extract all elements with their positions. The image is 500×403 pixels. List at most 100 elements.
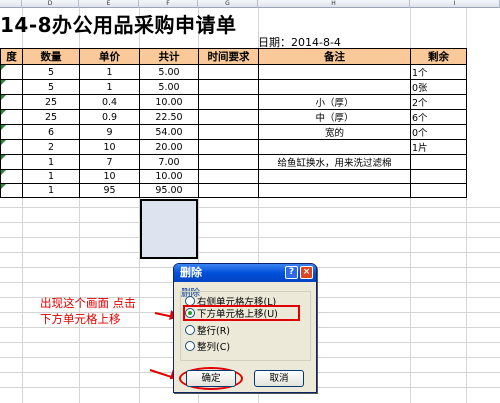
table-cell[interactable]: 5 — [22, 79, 80, 95]
cancel-button[interactable]: 取消 — [254, 370, 304, 387]
table-cell[interactable] — [258, 169, 411, 184]
header-remaining[interactable]: 剩余 — [410, 48, 467, 65]
table-cell[interactable] — [0, 79, 23, 95]
table-cell[interactable] — [0, 124, 23, 140]
table-cell[interactable] — [410, 154, 467, 170]
table-cell[interactable]: 10 — [79, 139, 140, 155]
table-cell[interactable] — [0, 64, 23, 80]
table-cell[interactable]: 6 — [22, 124, 80, 140]
table-cell[interactable]: 20.00 — [139, 139, 199, 155]
table-cell[interactable] — [0, 109, 23, 125]
table-row: 1 95 95.00 — [0, 183, 467, 198]
table-cell[interactable] — [258, 79, 411, 95]
table-cell[interactable] — [198, 109, 259, 125]
table-header-row: 度 数量 单价 共计 时间要求 备注 剩余 — [0, 48, 467, 65]
selected-cell-range[interactable] — [140, 199, 198, 259]
table-cell[interactable]: 22.50 — [139, 109, 199, 125]
table-cell[interactable]: 54.00 — [139, 124, 199, 140]
table-cell[interactable]: 2个 — [410, 94, 467, 110]
table-cell[interactable] — [198, 94, 259, 110]
table-cell[interactable]: 7.00 — [139, 154, 199, 170]
table-cell[interactable]: 1 — [22, 183, 80, 198]
table-cell[interactable]: 10.00 — [139, 94, 199, 110]
table-cell[interactable] — [258, 183, 411, 198]
table-cell[interactable]: 给鱼缸换水，用来洗过滤棉 — [258, 154, 411, 170]
table-cell[interactable]: 1个 — [410, 64, 467, 80]
table-row: 1 7 7.00 给鱼缸换水，用来洗过滤棉 — [0, 154, 467, 170]
option-shift-up[interactable]: 下方单元格上移(U) — [185, 308, 278, 321]
table-cell[interactable]: 10 — [79, 169, 140, 184]
table-cell[interactable] — [258, 64, 411, 80]
table-cell[interactable]: 7 — [79, 154, 140, 170]
table-cell[interactable] — [198, 169, 259, 184]
close-button[interactable]: × — [300, 266, 313, 279]
header-total[interactable]: 共计 — [139, 48, 199, 65]
table-cell[interactable]: 5.00 — [139, 79, 199, 95]
column-header-i[interactable]: I — [410, 0, 500, 8]
table-cell[interactable]: 中（厚） — [258, 109, 411, 125]
table-cell[interactable] — [0, 183, 23, 198]
table-cell[interactable] — [0, 169, 23, 184]
table-cell[interactable] — [0, 154, 23, 170]
column-header-bar: D E F G H I — [0, 0, 500, 8]
annotation-line-1: 出现这个画面 点击 — [40, 296, 136, 310]
table-row: 25 0.9 22.50 中（厚） 6个 — [0, 109, 467, 125]
dialog-title-bar[interactable]: 删除 ? × — [174, 264, 316, 282]
header-time-requirement[interactable]: 时间要求 — [198, 48, 259, 65]
table-cell[interactable]: 0.4 — [79, 94, 140, 110]
table-row: 1 10 10.00 — [0, 169, 467, 184]
ok-button[interactable]: 确定 — [186, 370, 236, 387]
table-cell[interactable]: 2 — [22, 139, 80, 155]
table-cell[interactable]: 小（厚） — [258, 94, 411, 110]
purchase-table: 度 数量 单价 共计 时间要求 备注 剩余 5 1 5.00 1个 5 1 5.… — [0, 48, 467, 198]
header-cell[interactable]: 度 — [0, 48, 23, 65]
table-cell[interactable] — [198, 139, 259, 155]
radio-icon[interactable] — [185, 341, 195, 351]
radio-icon[interactable] — [185, 325, 195, 335]
table-cell[interactable]: 1片 — [410, 139, 467, 155]
table-cell[interactable]: 0.9 — [79, 109, 140, 125]
table-cell[interactable]: 1 — [22, 154, 80, 170]
column-header-d[interactable]: D — [22, 0, 79, 8]
column-header-f[interactable]: F — [139, 0, 198, 8]
header-unit-price[interactable]: 单价 — [79, 48, 140, 65]
table-cell[interactable] — [198, 64, 259, 80]
table-cell[interactable]: 10.00 — [139, 169, 199, 184]
table-cell[interactable]: 9 — [79, 124, 140, 140]
table-cell[interactable]: 25 — [22, 109, 80, 125]
help-button[interactable]: ? — [285, 266, 298, 279]
table-cell[interactable] — [410, 183, 467, 198]
table-cell[interactable]: 5 — [22, 64, 80, 80]
table-cell[interactable]: 0个 — [410, 124, 467, 140]
table-cell[interactable]: 6个 — [410, 109, 467, 125]
table-cell[interactable] — [0, 94, 23, 110]
table-cell[interactable]: 0张 — [410, 79, 467, 95]
delete-options-group: 右侧单元格左移(L) 下方单元格上移(U) 整行(R) 整列(C) — [180, 291, 311, 361]
option-entire-column[interactable]: 整列(C) — [185, 341, 230, 354]
table-cell[interactable] — [198, 124, 259, 140]
table-cell[interactable]: 1 — [79, 64, 140, 80]
table-cell[interactable]: 5.00 — [139, 64, 199, 80]
table-cell[interactable] — [198, 183, 259, 198]
table-cell[interactable] — [198, 79, 259, 95]
header-remarks[interactable]: 备注 — [258, 48, 411, 65]
table-cell[interactable]: 1 — [79, 79, 140, 95]
table-cell[interactable] — [0, 139, 23, 155]
table-cell[interactable] — [410, 169, 467, 184]
radio-selected-icon[interactable] — [185, 308, 195, 318]
column-header-h[interactable]: H — [258, 0, 410, 8]
table-cell[interactable]: 25 — [22, 94, 80, 110]
header-quantity[interactable]: 数量 — [22, 48, 80, 65]
column-header-c[interactable] — [0, 0, 22, 8]
table-cell[interactable]: 95.00 — [139, 183, 199, 198]
table-cell[interactable] — [198, 154, 259, 170]
table-cell[interactable] — [258, 139, 411, 155]
option-entire-row[interactable]: 整行(R) — [185, 325, 230, 338]
table-cell[interactable]: 1 — [22, 169, 80, 184]
column-header-e[interactable]: E — [79, 0, 139, 8]
delete-dialog: 删除 ? × 删除 右侧单元格左移(L) 下方单元格上移(U) 整行(R) 整列… — [173, 263, 317, 393]
table-cell[interactable]: 95 — [79, 183, 140, 198]
sheet-title: 14-8办公用品采购申请单 — [0, 13, 237, 37]
table-cell[interactable]: 宽的 — [258, 124, 411, 140]
column-header-g[interactable]: G — [198, 0, 258, 8]
